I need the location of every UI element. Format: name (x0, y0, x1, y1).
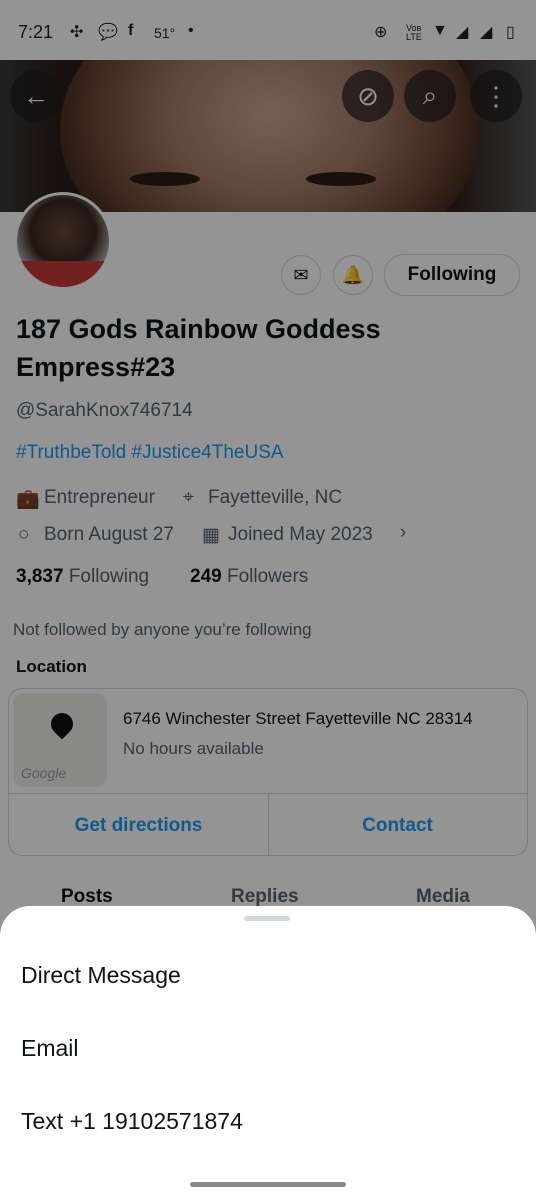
contact-bottom-sheet: Direct Message Email Text +1 19102571874 (0, 906, 536, 1200)
gesture-nav-bar[interactable] (190, 1182, 346, 1187)
email-option[interactable]: Email (21, 1035, 79, 1062)
direct-message-option[interactable]: Direct Message (21, 962, 181, 989)
sheet-drag-handle[interactable] (244, 916, 290, 921)
text-option[interactable]: Text +1 19102571874 (21, 1108, 243, 1135)
